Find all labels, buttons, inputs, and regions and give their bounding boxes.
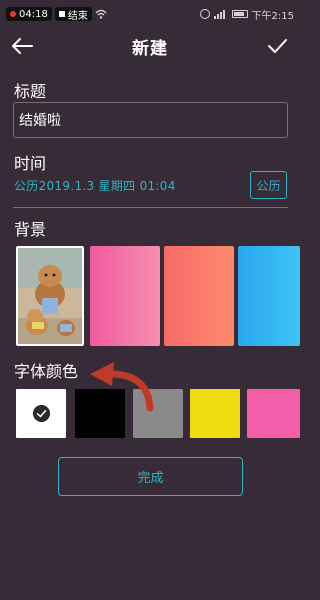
title-input[interactable] bbox=[13, 102, 288, 138]
status-left: 04:18 结束 bbox=[6, 7, 107, 22]
font-color-white[interactable] bbox=[16, 389, 66, 438]
page-title: 新建 bbox=[132, 38, 168, 59]
selected-check-icon bbox=[33, 405, 50, 422]
annotation-arrow-icon bbox=[90, 362, 154, 412]
background-swatch-row bbox=[16, 246, 300, 346]
battery-icon bbox=[231, 10, 248, 18]
title-bar: 新建 bbox=[0, 28, 300, 64]
recording-pill[interactable]: 04:18 bbox=[6, 7, 52, 21]
dog-photo-image bbox=[18, 248, 82, 344]
stop-label: 结束 bbox=[67, 10, 88, 22]
background-label: 背景 bbox=[14, 220, 47, 239]
date-value[interactable]: 公历2019.1.3 星期四 01:04 bbox=[14, 177, 176, 194]
background-swatch-coral[interactable] bbox=[164, 246, 234, 346]
alarm-icon bbox=[199, 9, 210, 19]
wifi-icon bbox=[95, 9, 107, 19]
back-arrow-icon[interactable] bbox=[10, 36, 34, 56]
font-color-yellow[interactable] bbox=[190, 389, 240, 438]
divider bbox=[13, 207, 288, 208]
clock: 下午2:15 bbox=[251, 10, 294, 22]
background-swatch-pink[interactable] bbox=[90, 246, 160, 346]
status-right: 下午2:15 bbox=[199, 7, 294, 22]
background-swatch-blue[interactable] bbox=[238, 246, 300, 346]
calendar-type-button[interactable]: 公历 bbox=[250, 171, 287, 199]
finish-button[interactable]: 完成 bbox=[58, 457, 243, 496]
stop-icon bbox=[58, 11, 65, 17]
background-swatch-photo[interactable] bbox=[16, 246, 84, 346]
confirm-check-icon[interactable] bbox=[266, 36, 288, 56]
time-label: 时间 bbox=[14, 154, 47, 173]
font-color-pink[interactable] bbox=[247, 389, 300, 438]
font-color-label: 字体颜色 bbox=[14, 362, 79, 381]
recording-time: 04:18 bbox=[19, 8, 48, 20]
status-bar: 04:18 结束 下午2:15 bbox=[0, 0, 300, 28]
record-dot-icon bbox=[10, 11, 16, 17]
stop-recording-pill[interactable]: 结束 bbox=[54, 7, 92, 22]
title-label: 标题 bbox=[14, 82, 47, 101]
signal-icon bbox=[213, 10, 225, 19]
